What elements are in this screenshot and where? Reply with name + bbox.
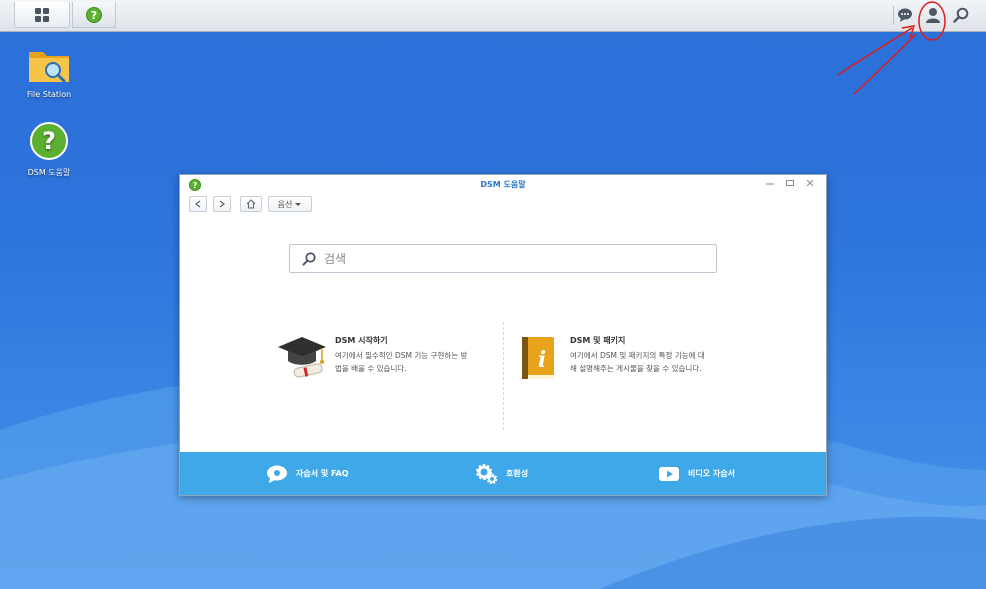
footer-link-tutorials-faq[interactable]: 자습서 및 FAQ xyxy=(266,452,349,495)
main-menu-button[interactable] xyxy=(14,2,70,28)
desktop-icon-label: File Station xyxy=(26,90,72,99)
back-button[interactable] xyxy=(189,196,207,212)
desktop-icon-label: DSM 도움말 xyxy=(27,168,71,177)
minimize-button[interactable] xyxy=(763,178,777,192)
graduation-cap-icon[interactable] xyxy=(276,333,328,381)
search-icon xyxy=(302,251,316,266)
close-icon xyxy=(806,179,814,187)
forward-button[interactable] xyxy=(213,196,231,212)
window-title: DSM 도움말 xyxy=(480,180,526,189)
taskbar-dsm-help-button[interactable]: ? xyxy=(72,2,116,28)
desktop-icon-file-station[interactable]: File Station xyxy=(9,46,89,99)
home-button[interactable] xyxy=(240,196,262,212)
help-search-input[interactable] xyxy=(322,250,706,267)
desktop-icon-dsm-help[interactable]: ? DSM 도움말 xyxy=(9,121,89,178)
folder-search-icon xyxy=(29,52,69,83)
gears-icon xyxy=(476,463,498,484)
dsm-help-window: ? DSM 도움말 옵션 검색 DSM 시작하기 여기에서 필수적인 DSM 기… xyxy=(179,174,827,496)
footer-link-video-tutorials[interactable]: 비디오 자습서 xyxy=(658,452,735,495)
video-play-icon xyxy=(659,466,679,481)
svg-text:?: ? xyxy=(42,127,56,155)
help-search-box[interactable] xyxy=(289,244,717,273)
topic-title[interactable]: DSM 및 패키지 xyxy=(570,335,800,346)
topic-description-line: 여기에서 DSM 및 패키지의 특정 기능에 대 xyxy=(570,351,705,360)
topic-divider xyxy=(503,322,504,430)
svg-text:i: i xyxy=(538,347,546,373)
home-icon xyxy=(246,199,256,209)
footer-link-label: 호환성 xyxy=(506,469,529,478)
info-book-icon[interactable]: i xyxy=(518,335,558,381)
close-button[interactable] xyxy=(803,178,817,192)
chat-bubble-icon xyxy=(267,465,287,483)
help-circle-icon: ? xyxy=(86,6,102,23)
chevron-down-icon xyxy=(295,202,302,206)
footer-link-label: 비디오 자습서 xyxy=(688,469,735,478)
svg-text:?: ? xyxy=(91,9,97,22)
topic-description-line: 해 설명해주는 게시물을 찾을 수 있습니다. xyxy=(570,364,702,373)
red-annotation-marks xyxy=(837,1,946,95)
grid-icon xyxy=(35,7,49,22)
minimize-icon xyxy=(766,183,774,185)
maximize-button[interactable] xyxy=(783,178,797,192)
help-circle-icon: ? xyxy=(30,122,68,160)
footer-link-label: 자습서 및 FAQ xyxy=(296,469,349,478)
footer-link-compatibility[interactable]: 호환성 xyxy=(476,452,528,495)
topic-dsm-and-packages[interactable]: DSM 및 패키지 여기에서 DSM 및 패키지의 특정 기능에 대 해 설명해… xyxy=(570,335,800,375)
chevron-left-icon xyxy=(195,200,201,208)
chevron-right-icon xyxy=(219,200,225,208)
options-label: 옵션 xyxy=(277,199,293,209)
maximize-icon xyxy=(786,180,794,186)
help-footer-bar: 자습서 및 FAQ 호환성 비디오 자습서 xyxy=(180,452,826,495)
desktop: ? File Station ? DSM 도움말 ? DSM 도움말 옵션 검색… xyxy=(0,0,986,589)
options-dropdown[interactable]: 옵션 xyxy=(268,196,312,212)
